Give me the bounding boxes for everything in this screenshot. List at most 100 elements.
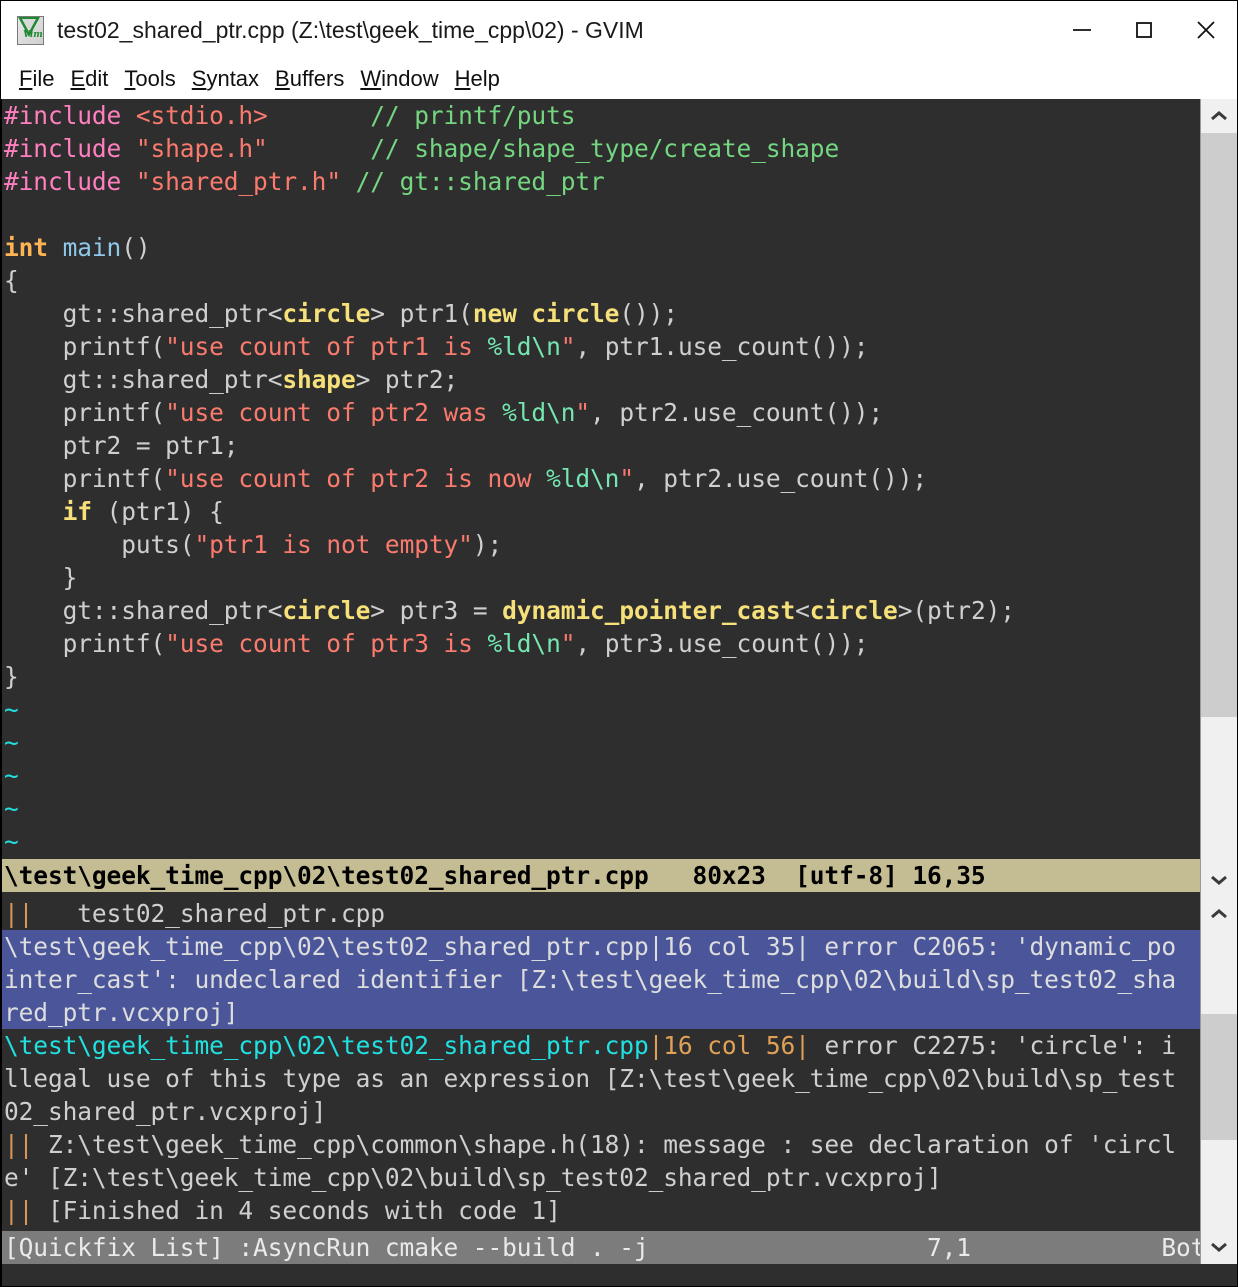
code-span: " xyxy=(619,464,634,493)
quickfix-region: || test02_shared_ptr.cpp\test\geek_time_… xyxy=(1,897,1237,1265)
quickfix-entry[interactable]: \test\geek_time_cpp\02\test02_shared_ptr… xyxy=(2,930,1200,963)
quickfix-entry[interactable]: || [Finished in 4 seconds with code 1] xyxy=(2,1194,1200,1227)
menu-item-buffers[interactable]: Buffers xyxy=(267,66,352,92)
code-span xyxy=(4,497,63,526)
menu-item-window[interactable]: Window xyxy=(352,66,446,92)
quickfix-scrollbar-track[interactable] xyxy=(1201,931,1237,1231)
code-span: ); xyxy=(473,530,502,559)
vim-icon-label: Vim xyxy=(23,30,43,40)
quickfix-span: red_ptr.vcxproj] xyxy=(4,998,238,1027)
quickfix-entry[interactable]: \test\geek_time_cpp\02\test02_shared_ptr… xyxy=(2,1029,1200,1062)
code-span: "use count of ptr2 is now xyxy=(165,464,546,493)
code-span: } xyxy=(4,662,19,691)
quickfix-entry[interactable]: llegal use of this type as an expression… xyxy=(2,1062,1200,1095)
editor-scrollbar-thumb[interactable] xyxy=(1201,133,1237,717)
quickfix-entry[interactable]: || test02_shared_ptr.cpp xyxy=(2,897,1200,930)
code-span: puts( xyxy=(4,530,194,559)
code-span: , ptr3.use_count()); xyxy=(575,629,868,658)
code-span: , ptr2.use_count()); xyxy=(634,464,927,493)
quickfix-span: | xyxy=(795,1031,810,1060)
scroll-down-arrow-icon[interactable] xyxy=(1201,863,1237,897)
code-line: } xyxy=(2,660,1200,693)
code-span: "shared_ptr.h" xyxy=(136,167,341,196)
editor-scrollbar[interactable] xyxy=(1200,99,1237,897)
code-span: () xyxy=(121,233,150,262)
quickfix-list[interactable]: || test02_shared_ptr.cpp\test\geek_time_… xyxy=(2,897,1200,1232)
title-bar: Vim test02_shared_ptr.cpp (Z:\test\geek_… xyxy=(1,1,1237,59)
code-span: dynamic_pointer_cast xyxy=(502,596,795,625)
quickfix-span: \test\geek_time_cpp\02\test02_shared_ptr… xyxy=(4,1031,649,1060)
code-span: printf( xyxy=(4,464,165,493)
code-line: ~ xyxy=(2,792,1200,825)
minimize-button[interactable] xyxy=(1051,1,1113,59)
code-span: // printf/puts xyxy=(370,101,575,130)
code-span: circle xyxy=(282,299,370,328)
editor-scrollbar-track[interactable] xyxy=(1201,133,1237,863)
code-span: , ptr1.use_count()); xyxy=(575,332,868,361)
code-span: { xyxy=(4,266,19,295)
window-controls xyxy=(1051,1,1237,59)
code-span: #include xyxy=(4,167,136,196)
code-span: ~ xyxy=(4,761,19,790)
code-line: #include <stdio.h> // printf/puts xyxy=(2,99,1200,132)
code-span: "use count of ptr3 is xyxy=(165,629,487,658)
code-span: , ptr2.use_count()); xyxy=(590,398,883,427)
code-span: "shape.h" xyxy=(136,134,268,163)
quickfix-span: || xyxy=(4,899,33,928)
code-span: if xyxy=(63,497,92,526)
code-span: // shape/shape_type/create_shape xyxy=(370,134,839,163)
menu-item-syntax[interactable]: Syntax xyxy=(184,66,267,92)
quickfix-span: 02_shared_ptr.vcxproj] xyxy=(4,1097,326,1126)
quickfix-entry[interactable]: 02_shared_ptr.vcxproj] xyxy=(2,1095,1200,1128)
code-span: } xyxy=(4,563,77,592)
quickfix-entry[interactable]: || Z:\test\geek_time_cpp\common\shape.h(… xyxy=(2,1128,1200,1161)
code-span: #include xyxy=(4,101,136,130)
quickfix-span: [Finished in 4 seconds with code 1] xyxy=(33,1196,560,1225)
code-span: < xyxy=(795,596,810,625)
menu-bar: FileEditToolsSyntaxBuffersWindowHelp xyxy=(1,59,1237,99)
code-span: ~ xyxy=(4,794,19,823)
code-span: " xyxy=(575,398,590,427)
menu-item-help[interactable]: Help xyxy=(447,66,508,92)
code-span: gt::shared_ptr< xyxy=(4,365,282,394)
code-span: %ld\n xyxy=(487,629,560,658)
quickfix-span: Z:\test\geek_time_cpp\common\shape.h(18)… xyxy=(33,1130,1176,1159)
quickfix-entry[interactable]: e' [Z:\test\geek_time_cpp\02\build\sp_te… xyxy=(2,1161,1200,1194)
menu-item-tools[interactable]: Tools xyxy=(116,66,183,92)
quickfix-span: || xyxy=(4,1196,33,1225)
menu-item-edit[interactable]: Edit xyxy=(62,66,116,92)
code-span xyxy=(341,167,356,196)
code-span: " xyxy=(561,332,576,361)
quickfix-span: llegal use of this type as an expression… xyxy=(4,1064,1176,1093)
menu-item-file[interactable]: File xyxy=(11,66,62,92)
code-line: printf("use count of ptr3 is %ld\n", ptr… xyxy=(2,627,1200,660)
code-span: gt::shared_ptr< xyxy=(4,299,282,328)
code-span: >(ptr2); xyxy=(898,596,1015,625)
quickfix-status-line: [Quickfix List] :AsyncRun cmake --build … xyxy=(2,1231,1200,1264)
quickfix-scroll-up-arrow-icon[interactable] xyxy=(1201,897,1237,931)
code-span: "use count of ptr1 is xyxy=(165,332,487,361)
code-span: circle xyxy=(282,596,370,625)
quickfix-scroll-down-arrow-icon[interactable] xyxy=(1201,1230,1237,1264)
code-line: ~ xyxy=(2,693,1200,726)
quickfix-entry[interactable]: red_ptr.vcxproj] xyxy=(2,996,1200,1029)
code-span: (ptr1) { xyxy=(92,497,224,526)
code-span: %ld\n xyxy=(546,464,619,493)
quickfix-scrollbar-thumb[interactable] xyxy=(1201,1014,1237,1140)
quickfix-span: error C2065: 'dynamic_po xyxy=(810,932,1176,961)
editor-region: #include <stdio.h> // printf/puts#includ… xyxy=(1,99,1237,897)
quickfix-entry[interactable]: inter_cast': undeclared identifier [Z:\t… xyxy=(2,963,1200,996)
code-span: > ptr2; xyxy=(356,365,459,394)
code-span: "use count of ptr2 was xyxy=(165,398,502,427)
quickfix-scrollbar[interactable] xyxy=(1200,897,1237,1265)
code-span: // gt::shared_ptr xyxy=(356,167,605,196)
quickfix-span: || xyxy=(4,1130,33,1159)
close-button[interactable] xyxy=(1175,1,1237,59)
maximize-button[interactable] xyxy=(1113,1,1175,59)
quickfix-span: \test\geek_time_cpp\02\test02_shared_ptr… xyxy=(4,932,649,961)
code-line: gt::shared_ptr<shape> ptr2; xyxy=(2,363,1200,396)
code-span: ~ xyxy=(4,827,19,856)
code-text-area[interactable]: #include <stdio.h> // printf/puts#includ… xyxy=(2,99,1200,859)
scroll-up-arrow-icon[interactable] xyxy=(1201,99,1237,133)
code-line: #include "shape.h" // shape/shape_type/c… xyxy=(2,132,1200,165)
